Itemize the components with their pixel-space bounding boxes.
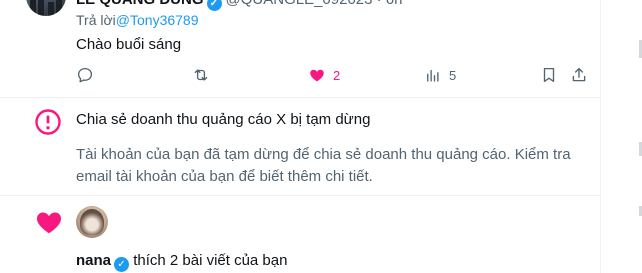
reply-handle-link[interactable]: @Tony36789: [116, 12, 199, 28]
divider: [0, 195, 600, 196]
reply-context: Trả lời@Tony36789: [76, 12, 199, 28]
verified-badge-icon: ✓: [114, 257, 130, 272]
notification-description: Tài khoản của bạn đã tạm dừng để chia sẻ…: [76, 146, 571, 185]
notifications-feed: LÊ QUANG DŨNG✓@QUANGLE_092023 · 6h Trả l…: [0, 0, 601, 273]
author-name[interactable]: LÊ QUANG DŨNG: [76, 0, 204, 8]
like-button[interactable]: 2: [308, 64, 340, 86]
views-button[interactable]: 5: [424, 64, 456, 86]
repost-icon: [194, 69, 208, 81]
like-text: thích 2 bài viết của bạn: [133, 252, 288, 269]
author-name-row[interactable]: LÊ QUANG DŨNG✓ @QUANGLE_092023 · 6h: [76, 0, 403, 11]
reply-prefix: Trả lời: [76, 12, 116, 28]
reply-icon: [77, 67, 93, 83]
alert-circle-icon: [35, 109, 61, 135]
heart-icon: [36, 212, 62, 234]
scrollbar[interactable]: [601, 0, 642, 273]
like-summary: nana ✓ thích 2 bài viết của bạn: [76, 252, 287, 272]
divider: [0, 97, 600, 98]
heart-filled-icon: [310, 69, 324, 82]
share-icon: [572, 67, 586, 82]
repost-button[interactable]: [192, 64, 210, 86]
analytics-icon: [427, 69, 439, 82]
like-count: 2: [333, 67, 341, 83]
post-text: Chào buổi sáng: [76, 36, 182, 53]
author-handle[interactable]: @QUANGLE_092023 · 6h: [226, 0, 403, 8]
verified-badge-icon: ✓: [206, 0, 222, 11]
author-avatar[interactable]: [26, 0, 66, 16]
view-count: 5: [449, 67, 457, 83]
bookmark-button[interactable]: [540, 64, 558, 86]
reply-button[interactable]: [76, 64, 94, 86]
share-button[interactable]: [570, 64, 588, 86]
user-name[interactable]: nana: [76, 252, 111, 269]
notification-title: Chia sẻ doanh thu quảng cáo X bị tạm dừn…: [76, 111, 371, 128]
bookmark-icon: [543, 67, 555, 83]
post-actions: 2 5: [76, 64, 592, 86]
user-avatar[interactable]: [76, 206, 108, 238]
